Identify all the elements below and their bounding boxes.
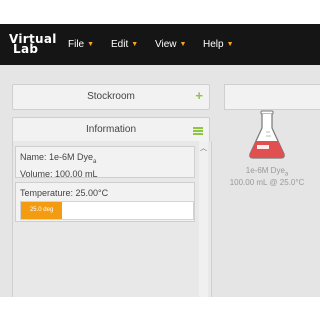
menu-view-label: View <box>155 39 177 50</box>
stockroom-panel-header[interactable]: Stockroom + <box>12 84 210 110</box>
caret-down-icon: ▼ <box>87 41 95 48</box>
temperature-bar-fill: 25.0 deg <box>21 202 63 219</box>
menu-edit-label: Edit <box>111 39 129 50</box>
menu-file[interactable]: File ▼ <box>68 39 94 50</box>
menu-help[interactable]: Help ▼ <box>203 39 234 50</box>
information-panel-header[interactable]: Information <box>12 117 210 143</box>
scroll-up-arrow-icon[interactable]: ︿ <box>199 143 208 153</box>
caret-down-icon: ▼ <box>131 41 139 48</box>
information-title: Information <box>85 124 137 135</box>
solution-name-text: Name: 1e-6M Dye <box>20 152 94 162</box>
plus-icon[interactable]: + <box>195 89 203 102</box>
stockroom-title: Stockroom <box>87 91 135 102</box>
erlenmeyer-flask-icon[interactable] <box>247 110 287 160</box>
information-scrollbar[interactable]: ︿ <box>199 141 208 297</box>
menu-edit[interactable]: Edit ▼ <box>111 39 138 50</box>
flask-name: 1e-6M Dyea <box>222 166 312 178</box>
solution-name-subscript: a <box>93 158 97 165</box>
menu-view[interactable]: View ▼ <box>155 39 186 50</box>
caret-down-icon: ▼ <box>226 41 234 48</box>
virtual-lab-app: Virtual Lab File ▼ Edit ▼ View ▼ Help ▼ Stoc… <box>0 0 320 320</box>
flask-liquid <box>249 141 285 158</box>
temperature-bar[interactable]: 25.0 deg <box>20 201 194 220</box>
menu-help-label: Help <box>203 39 224 50</box>
solution-volume: Volume: 100.00 mL <box>20 168 98 179</box>
top-navigation-bar: Virtual Lab File ▼ Edit ▼ View ▼ Help ▼ <box>0 24 320 65</box>
menu-file-label: File <box>68 39 85 50</box>
solution-name: Name: 1e-6M Dyea <box>20 151 194 168</box>
flask-name-subscript: a <box>284 171 289 178</box>
solution-info-card: Name: 1e-6M Dyea Volume: 100.00 mL <box>15 146 195 179</box>
hamburger-menu-icon[interactable] <box>193 127 203 135</box>
workbench-header <box>224 84 320 110</box>
flask-detail: 100.00 mL @ 25.0°C <box>229 178 305 187</box>
virtual-lab-logo[interactable]: Virtual Lab <box>9 33 57 55</box>
bottom-area <box>0 297 320 320</box>
flask-name-text: 1e-6M Dye <box>245 166 285 175</box>
temperature-label: Temperature: 25.00°C <box>20 188 109 198</box>
temperature-card: Temperature: 25.00°C 25.0 deg <box>15 182 195 222</box>
caret-down-icon: ▼ <box>179 41 187 48</box>
